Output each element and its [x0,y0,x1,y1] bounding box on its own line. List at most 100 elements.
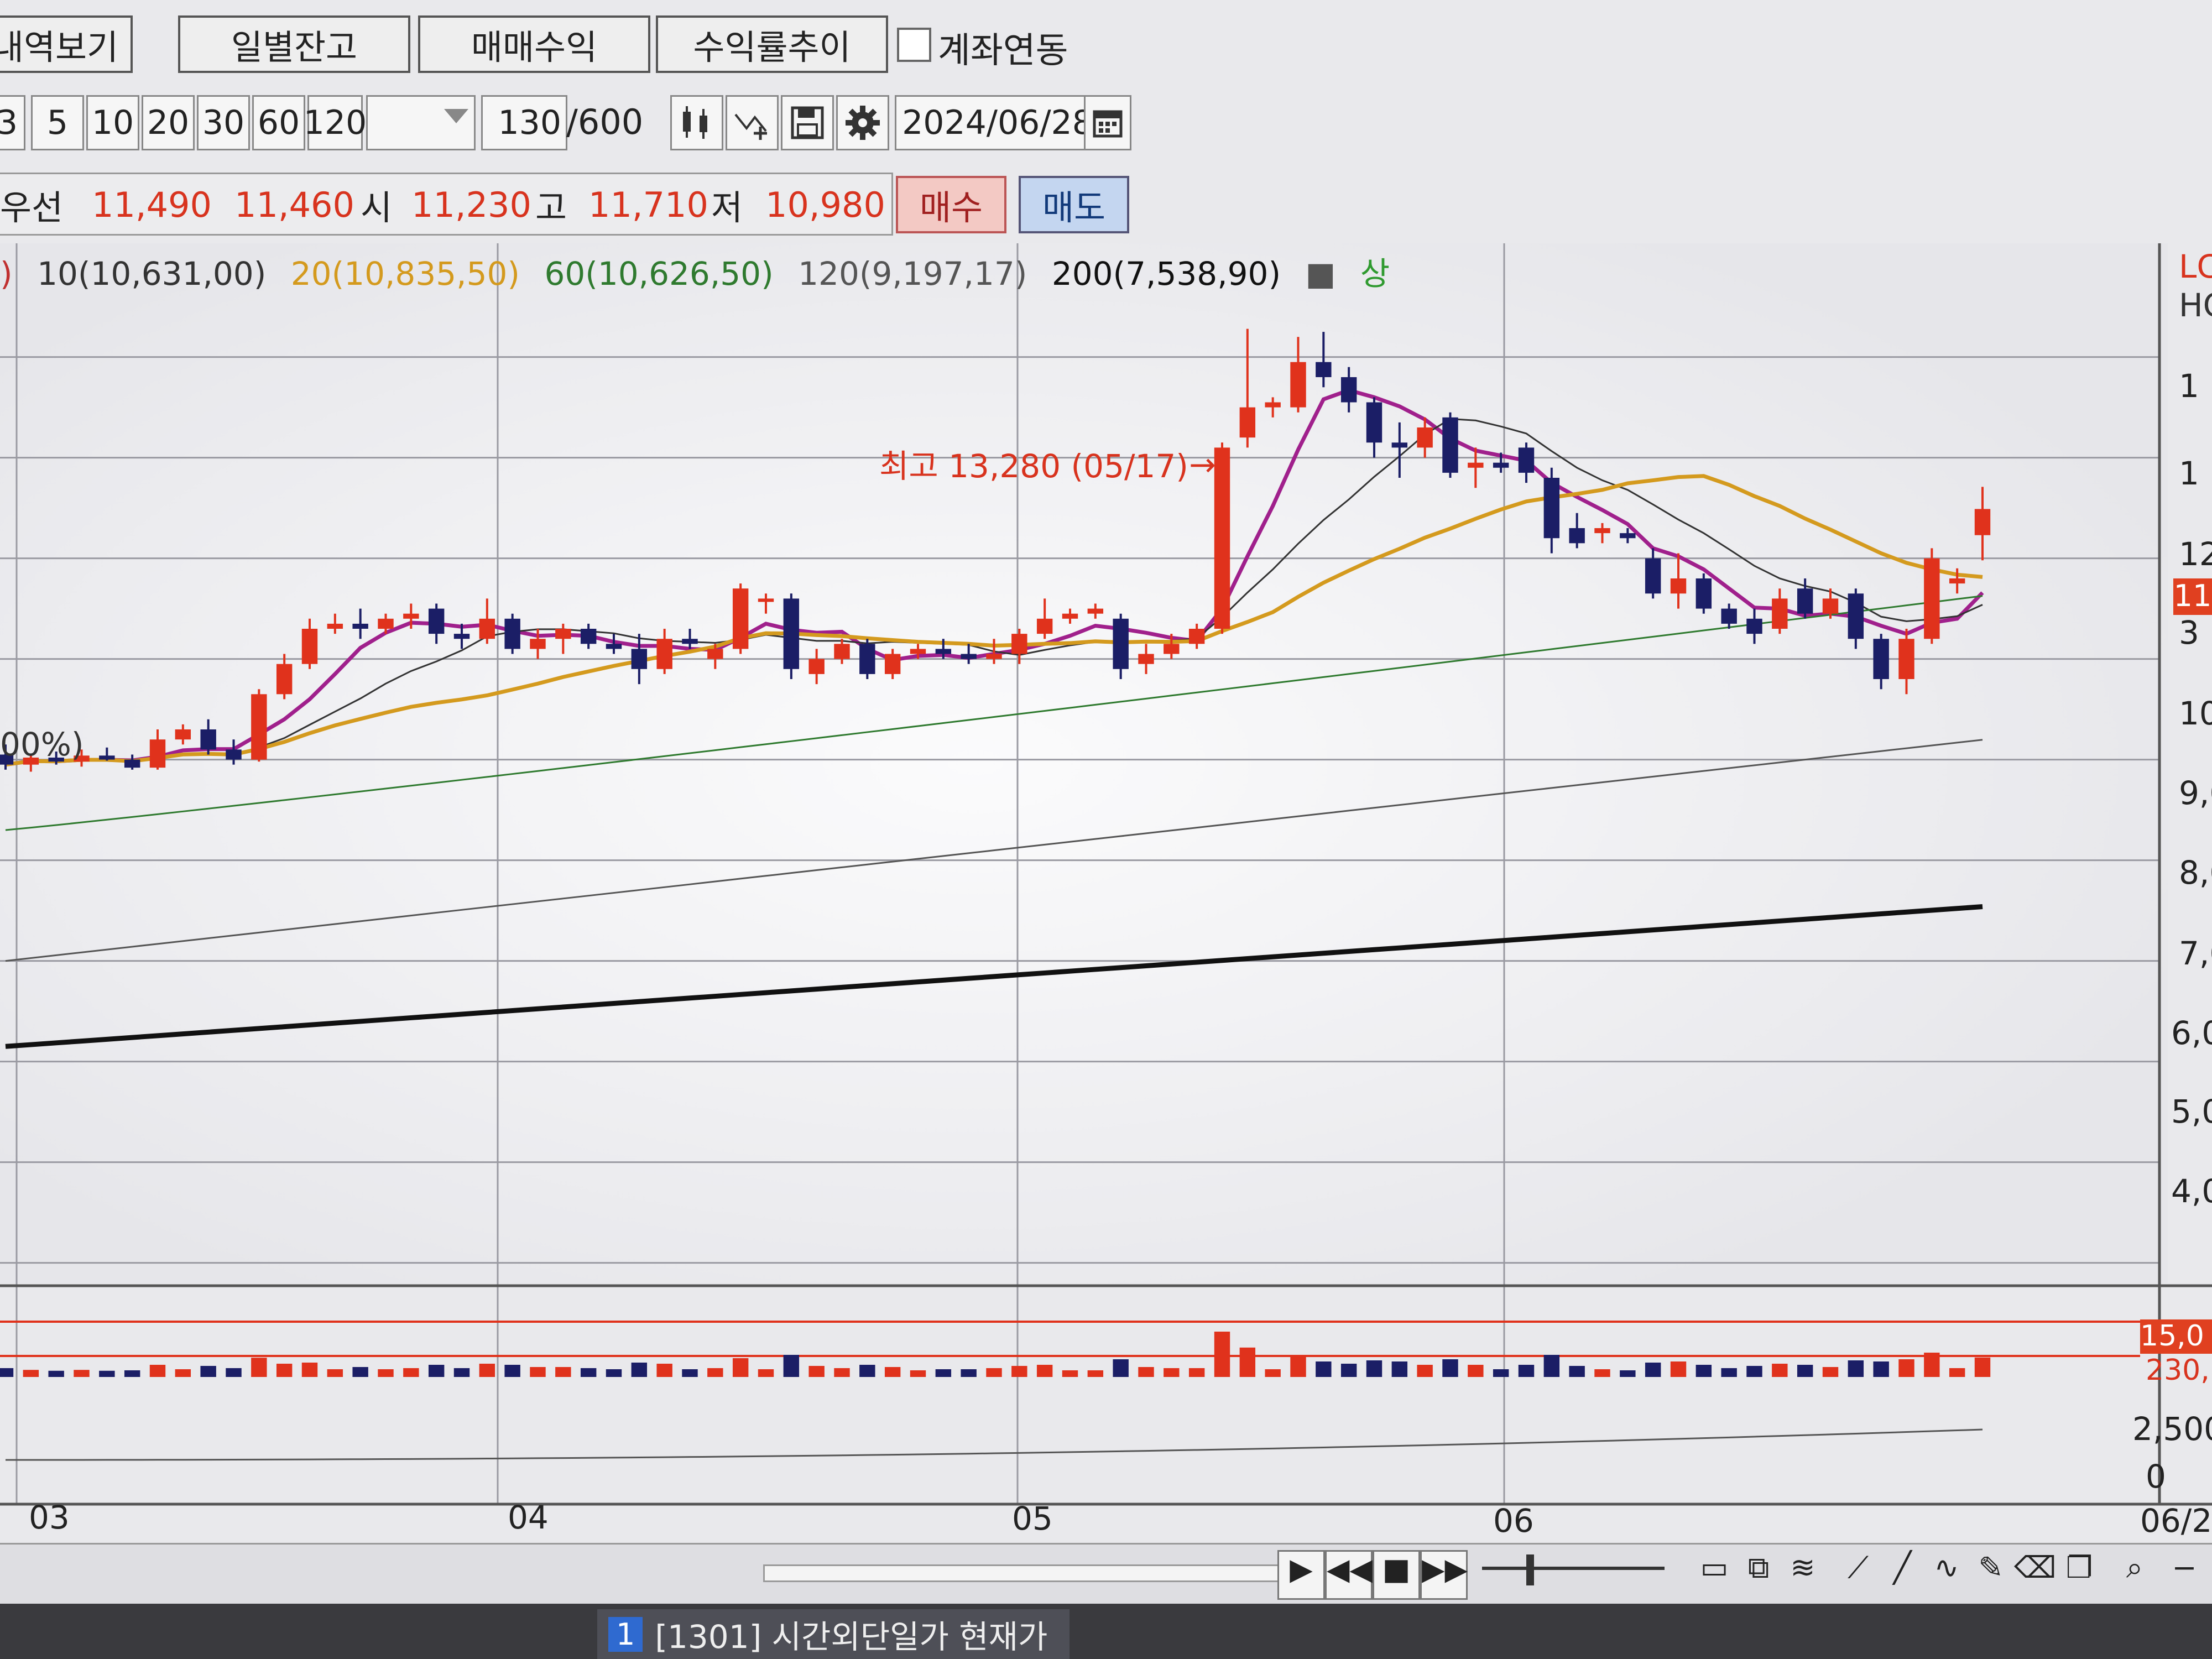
x-axis-label: 03 [29,1499,70,1536]
candle-body [504,618,520,649]
history-button[interactable]: 내역보기 [0,15,133,73]
zoom-slider-handle[interactable] [1526,1554,1534,1585]
volume-bar [1670,1361,1687,1377]
period-3[interactable]: 3 [0,95,25,150]
count-total: /600 [566,102,644,142]
candle-body [1188,629,1205,644]
sell-button[interactable]: 매도 [1019,176,1129,233]
daily-balance-button[interactable]: 일별잔고 [178,15,410,73]
wave-icon[interactable]: ∿ [1924,1550,1969,1597]
left-label: 00%) [0,726,84,763]
period-10[interactable]: 10 [86,95,139,150]
volume-bar [1848,1360,1864,1377]
pen-icon[interactable]: ✎ [1969,1550,2013,1597]
vol-axis-label: 2,500 [2132,1410,2212,1448]
volume-bar [1239,1347,1256,1377]
candle-body [378,618,394,629]
period-20[interactable]: 20 [142,95,195,150]
low-price: 10,980 [765,184,885,225]
volume-bar [656,1364,672,1377]
high-annotation: 최고 13,280 (05/17) [879,447,1188,485]
top-right-label-2: HC [2179,286,2212,324]
candle-body [910,649,926,654]
ma-legend-item: 상 [1360,255,1390,293]
volume-bar [504,1365,520,1377]
trade-profit-button[interactable]: 매매수익 [418,15,650,73]
candle-body [1797,588,1813,614]
rewind-icon[interactable]: ◀◀ [1325,1550,1373,1600]
calendar-icon[interactable] [1084,95,1131,150]
window-icon[interactable]: ⧉ [1736,1550,1781,1597]
draw-line-icon[interactable]: ╱ [1880,1550,1924,1597]
candle-body [428,608,445,634]
eraser-icon[interactable]: ⌫ [2013,1550,2057,1597]
candle-body [1036,618,1053,634]
candle-body [1239,407,1256,438]
stop-icon[interactable]: ■ [1373,1550,1420,1600]
candle-body [1468,462,1484,468]
volume-bar [555,1367,571,1377]
volume-bar [1974,1357,1991,1377]
fast-forward-icon[interactable]: ▶▶ [1420,1550,1468,1600]
volume-bar [1442,1359,1458,1377]
volume-bar [200,1366,216,1377]
candle-body [99,755,115,760]
volume-bar [783,1355,800,1377]
trendline-icon[interactable]: ⟋ [1836,1550,1880,1597]
candle-body [656,639,672,669]
candle-body [1569,528,1585,544]
grid-icon[interactable]: ≋ [1781,1550,1825,1597]
period-30[interactable]: 30 [197,95,250,150]
candle-body [1543,478,1560,539]
volume-bar [707,1368,723,1377]
volume-bar [631,1363,648,1377]
zoom-slider[interactable] [1482,1567,1665,1570]
volume-bar [1417,1365,1433,1377]
volume-bar [1468,1365,1484,1377]
date-field[interactable]: 2024/06/28 [895,95,1100,150]
y-axis-label: 4,00 [2171,1172,2212,1210]
minus-icon[interactable]: − [2162,1550,2206,1597]
period-60[interactable]: 60 [252,95,305,150]
candle-body [859,644,875,674]
volume-bar [403,1368,419,1377]
candle-body [1164,644,1180,654]
y-axis-label: 9,0 [2179,774,2212,812]
candle-body [200,729,216,750]
period-dropdown[interactable] [366,95,476,150]
horizontal-scrollbar[interactable] [763,1564,1286,1582]
volume-bar [1746,1366,1762,1377]
candle-body [1493,462,1509,468]
y-axis-label: 3 [2179,614,2199,651]
save-icon[interactable] [781,95,834,150]
candle-body [1518,447,1535,473]
gear-icon[interactable] [836,95,889,150]
chart-control-bar: ▶ ◀◀ ■ ▶▶ ▭ ⧉ ≋ ⟋ ╱ ∿ ✎ ⌫ ❐ ⌕ − [0,1543,2212,1605]
period-120[interactable]: 120 [304,95,367,150]
ma-legend-item: 120(9,197,17) [798,255,1027,293]
volume-bar [1543,1355,1560,1377]
play-icon[interactable]: ▶ [1277,1550,1325,1600]
volume-bar [580,1368,597,1377]
volume-bar [1036,1365,1053,1377]
price-chart[interactable] [0,243,2212,1537]
window-tab[interactable]: 1 [1301] 시간외단일가 현재가 [597,1609,1070,1659]
candle-body [707,649,723,659]
price-1: 11,490 [92,184,212,225]
account-link-checkbox[interactable] [897,28,931,62]
search-icon[interactable]: ⌕ [2112,1550,2157,1597]
copy-icon[interactable]: ❐ [2057,1550,2101,1597]
period-5[interactable]: 5 [31,95,84,150]
add-indicator-icon[interactable] [726,95,779,150]
volume-bar [48,1370,64,1377]
layout-icon[interactable]: ▭ [1692,1550,1736,1597]
count-input[interactable]: 130 [481,95,567,150]
ma-legend-item: 20(10,835,50) [290,255,520,293]
buy-button[interactable]: 매수 [896,176,1006,233]
return-trend-button[interactable]: 수익률추이 [656,15,888,73]
ma-legend-item: ) [0,255,13,293]
candle-type-icon[interactable] [670,95,723,150]
volume-bar [1188,1368,1205,1377]
candle-body [935,649,952,654]
candle-body [1772,598,1788,629]
